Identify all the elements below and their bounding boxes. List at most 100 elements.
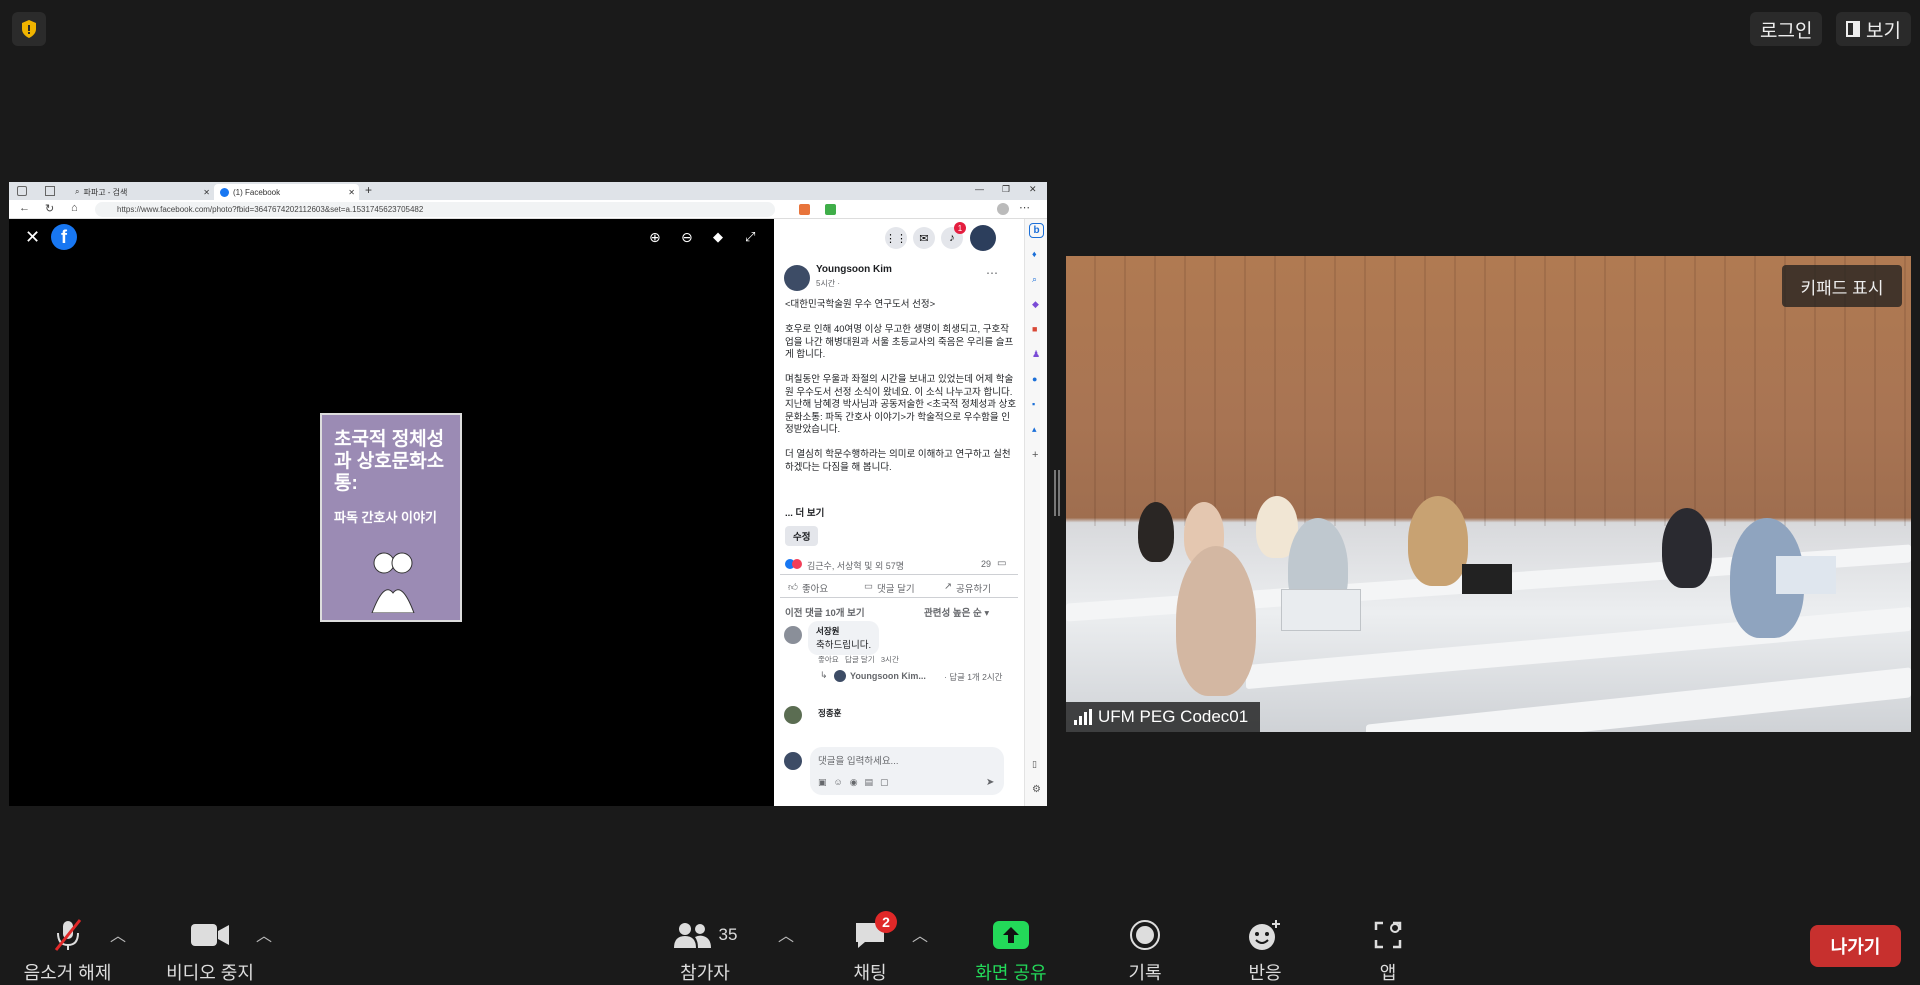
minimize-icon[interactable]: — — [975, 184, 984, 194]
comment-tools-icons[interactable]: ▣☺◉▤▢ — [818, 777, 896, 788]
video-options-chevron-icon[interactable]: ︿ — [256, 922, 272, 946]
reactions-button[interactable]: 반응 — [1240, 915, 1290, 985]
refresh-icon[interactable]: ↻ — [45, 202, 54, 215]
extension-icon[interactable] — [825, 204, 836, 215]
chat-button[interactable]: 2 채팅 — [845, 911, 897, 985]
participants-count: 35 — [718, 925, 738, 944]
sort-label: 관련성 높은 순 — [924, 608, 982, 619]
comment-count[interactable]: 29 — [981, 559, 991, 569]
post-options-icon[interactable]: ⋯ — [986, 266, 998, 280]
reactions-text[interactable]: 김근수, 서상혁 및 외 57명 — [807, 559, 904, 572]
home-icon[interactable]: ⌂ — [71, 202, 78, 214]
sort-dropdown[interactable]: 관련성 높은 순 ▾ — [924, 605, 989, 619]
stop-video-button[interactable]: 비디오 중지 — [160, 915, 260, 985]
split-resize-handle[interactable] — [1054, 470, 1060, 516]
post-author[interactable]: Youngsoon Kim — [816, 264, 892, 275]
post-text: <대한민국학술원 우수 연구도서 선정> 호우로 인해 40여명 이상 무고한 … — [785, 299, 1017, 473]
comment-author[interactable]: 정종훈 — [818, 707, 841, 719]
tab-papago[interactable]: ⌕ 파파고 - 검색 ✕ — [69, 184, 214, 200]
profile-icon[interactable] — [997, 203, 1009, 215]
participants-button[interactable]: 35 참가자 — [670, 915, 740, 985]
participants-options-chevron-icon[interactable]: ︿ — [778, 922, 794, 946]
facebook-logo-icon[interactable]: f — [51, 224, 77, 250]
commenter-avatar[interactable] — [784, 626, 802, 644]
url-text: https://www.facebook.com/photo?fbid=3647… — [117, 205, 424, 214]
show-keypad-button[interactable]: 키패드 표시 — [1782, 265, 1902, 307]
close-window-icon[interactable]: ✕ — [1029, 184, 1037, 195]
security-shield-icon[interactable] — [12, 12, 46, 46]
attendee — [1138, 502, 1174, 562]
url-input[interactable]: https://www.facebook.com/photo?fbid=3647… — [95, 202, 775, 217]
outlook-icon[interactable]: ▪ — [1032, 399, 1035, 409]
shopping-icon[interactable]: ▴ — [1032, 424, 1037, 435]
workspaces-icon[interactable] — [17, 186, 27, 196]
my-avatar[interactable] — [784, 752, 802, 770]
comment-actions[interactable]: 좋아요 답글 달기 3시간 — [818, 654, 899, 665]
zoom-out-icon[interactable]: ⊖ — [681, 229, 693, 246]
record-button[interactable]: 기록 — [1120, 915, 1170, 985]
author-avatar[interactable] — [784, 265, 810, 291]
send-icon[interactable]: ➤ — [986, 777, 994, 788]
edit-button[interactable]: 수정 — [785, 526, 819, 546]
close-tab-icon[interactable]: ✕ — [348, 188, 355, 197]
more-icon[interactable]: ⋯ — [1019, 201, 1030, 214]
office-icon[interactable]: ● — [1032, 374, 1037, 384]
search-icon[interactable]: ⌕ — [1032, 274, 1037, 285]
sidebar-toggle-icon[interactable]: ▯ — [1032, 759, 1037, 770]
avatar[interactable] — [970, 225, 996, 251]
games-icon[interactable]: ♟ — [1032, 349, 1040, 360]
settings-icon[interactable]: ⚙ — [1032, 784, 1041, 795]
new-tab-icon[interactable]: + — [365, 183, 372, 197]
bell-icon[interactable]: ♦ — [1032, 249, 1037, 259]
bing-icon[interactable]: b — [1029, 223, 1044, 238]
edge-sidebar: b ♦ ⌕ ◆ ■ ♟ ● ▪ ▴ + ▯ ⚙ — [1024, 219, 1047, 806]
reply-avatar[interactable] — [834, 670, 846, 682]
zoom-in-icon[interactable]: ⊕ — [649, 229, 661, 246]
add-icon[interactable]: + — [1032, 449, 1038, 461]
chat-label: 채팅 — [853, 963, 887, 983]
close-icon[interactable]: ✕ — [25, 227, 40, 248]
leave-button[interactable]: 나가기 — [1810, 925, 1901, 967]
fullscreen-icon[interactable]: ⤢ — [745, 229, 755, 245]
share-button[interactable]: ↗ 공유하기 — [944, 581, 991, 595]
apps-button[interactable]: 앱 — [1368, 915, 1408, 985]
extension-icon[interactable] — [799, 204, 810, 215]
view-button[interactable]: 보기 — [1836, 12, 1911, 46]
tab-facebook[interactable]: (1) Facebook ✕ — [214, 184, 359, 200]
chat-options-chevron-icon[interactable]: ︿ — [912, 922, 928, 946]
tag-icon[interactable]: ◆ — [1032, 299, 1039, 310]
see-more-link[interactable]: ... 더 보기 — [785, 505, 824, 519]
participant-video[interactable] — [1066, 256, 1911, 732]
previous-comments-link[interactable]: 이전 댓글 10개 보기 — [785, 605, 865, 619]
tools-icon[interactable]: ■ — [1032, 324, 1037, 334]
desk — [1366, 667, 1911, 732]
tag-icon[interactable]: ◆ — [713, 229, 723, 245]
reply-meta[interactable]: · 답글 1개 2시간 — [944, 671, 1002, 683]
shared-screen: ⌕ 파파고 - 검색 ✕ (1) Facebook ✕ + — ❐ ✕ ← ↻ … — [9, 182, 1047, 806]
audio-options-chevron-icon[interactable]: ︿ — [110, 922, 126, 946]
tab-actions-icon[interactable] — [45, 186, 55, 196]
comment-placeholder: 댓글을 입력하세요... — [818, 756, 899, 767]
thumbs-up-icon: 👍︎ — [788, 582, 798, 593]
close-tab-icon[interactable]: ✕ — [203, 188, 210, 197]
login-button[interactable]: 로그인 — [1750, 12, 1823, 46]
share-arrow-icon: ↗ — [944, 581, 952, 592]
comment-input[interactable]: 댓글을 입력하세요... ▣☺◉▤▢ ➤ — [810, 747, 1004, 795]
comment-author[interactable]: 서장원 — [816, 625, 871, 637]
messenger-icon[interactable]: ✉ — [913, 227, 935, 249]
keypad-label: 키패드 표시 — [1800, 278, 1884, 298]
menu-grid-icon[interactable]: ⋮⋮ — [885, 227, 907, 249]
like-button[interactable]: 👍︎ 좋아요 — [788, 581, 828, 595]
unmute-button[interactable]: 음소거 해제 — [20, 915, 115, 985]
reactions-label: 반응 — [1248, 963, 1282, 983]
reply-author[interactable]: Youngsoon Kim... — [850, 671, 926, 681]
facebook-favicon-icon — [220, 187, 229, 197]
book-cover-image: 초국적 정체성과 상호문화소통: 파독 간호사 이야기 — [320, 413, 462, 622]
post-time[interactable]: 5시간 · — [816, 278, 840, 289]
share-label: 공유하기 — [955, 584, 991, 595]
share-screen-button[interactable]: 화면 공유 — [965, 915, 1057, 985]
commenter-avatar[interactable] — [784, 706, 802, 724]
maximize-icon[interactable]: ❐ — [1002, 184, 1010, 195]
back-icon[interactable]: ← — [19, 202, 30, 214]
comment-button[interactable]: ▭ 댓글 달기 — [864, 581, 915, 595]
